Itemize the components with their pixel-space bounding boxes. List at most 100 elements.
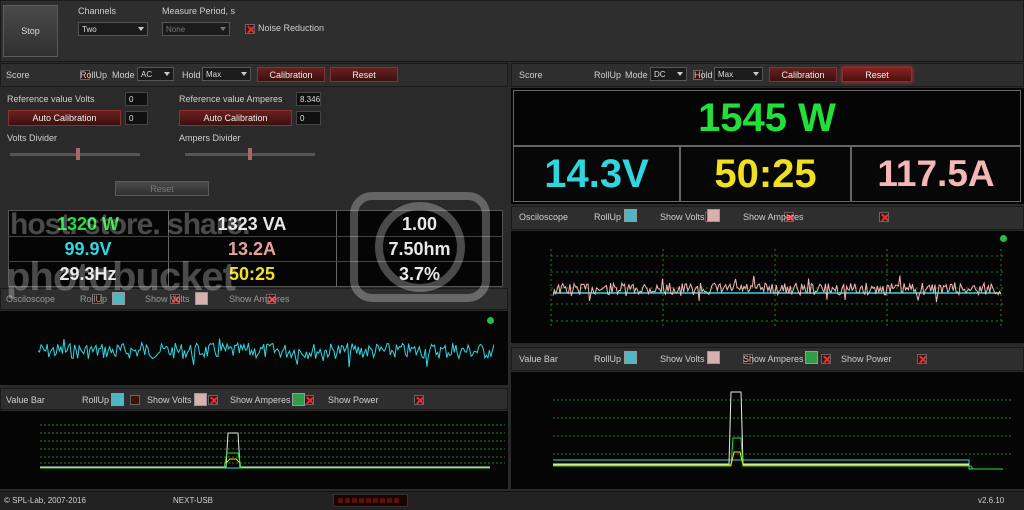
- right-amps-reading: 117.5A: [877, 153, 995, 194]
- ref-volts-input[interactable]: 0: [125, 92, 148, 106]
- left-osc-volts-color-swatch[interactable]: [112, 292, 125, 305]
- right-vb-show-volts-checkbox[interactable]: [821, 353, 832, 364]
- chevron-down-icon: [164, 72, 170, 76]
- top-toolbar: [0, 0, 1024, 62]
- noise-reduction-checkbox[interactable]: [245, 23, 255, 34]
- left-osc-show-volts-label: Show Volts: [145, 294, 190, 304]
- right-osc-amps-color-swatch[interactable]: [707, 209, 720, 222]
- right-score-toolbar: [511, 63, 1024, 87]
- right-volts-reading: 14.3V: [544, 151, 649, 196]
- left-power-reading: 1320 W: [56, 213, 120, 234]
- auto-calibration-volts-button[interactable]: Auto Calibration: [8, 110, 121, 126]
- chevron-down-icon: [677, 72, 683, 76]
- left-osc-rollup-label: RollUp: [80, 294, 108, 304]
- right-reset-button[interactable]: Reset: [842, 67, 912, 82]
- left-volts-reading: 99.9V: [64, 238, 112, 259]
- right-score-label: Score: [519, 70, 543, 80]
- left-vb-rollup-label: RollUp: [82, 395, 110, 405]
- left-hold-select[interactable]: Max: [202, 67, 251, 81]
- right-vb-amps-color-swatch[interactable]: [707, 351, 720, 364]
- stop-button[interactable]: Stop: [3, 5, 58, 57]
- right-hold-select[interactable]: Max: [714, 67, 763, 81]
- channels-value: Two: [82, 24, 97, 34]
- right-vb-show-power-label: Show Power: [841, 354, 892, 364]
- auto-cal-volts-input[interactable]: 0: [125, 111, 148, 125]
- left-va-reading: 1323 VA: [217, 213, 287, 234]
- right-osc-rollup-label: RollUp: [594, 212, 622, 222]
- right-mode-value: DC: [654, 69, 666, 79]
- right-osc-show-amps-checkbox[interactable]: [879, 211, 890, 222]
- right-rollup-label: RollUp: [594, 70, 622, 80]
- channels-select[interactable]: Two: [78, 22, 148, 36]
- status-dot-icon: [487, 317, 494, 324]
- left-reset-button[interactable]: Reset: [330, 67, 398, 82]
- auto-calibration-amps-button[interactable]: Auto Calibration: [179, 110, 292, 126]
- version-text: v2.6.10: [978, 496, 1005, 505]
- right-calibration-button[interactable]: Calibration: [769, 67, 837, 82]
- measure-period-label: Measure Period, s: [162, 6, 236, 16]
- left-mode-label: Mode: [112, 70, 135, 80]
- left-hold-label: Hold: [182, 70, 201, 80]
- left-osc-amps-color-swatch[interactable]: [195, 292, 208, 305]
- left-vb-amps-color-swatch[interactable]: [194, 393, 207, 406]
- right-time-reading: 50:25: [714, 151, 817, 196]
- right-vb-rollup-label: RollUp: [594, 354, 622, 364]
- left-vb-show-power-checkbox[interactable]: [414, 394, 425, 405]
- right-amps-cell: 117.5A: [851, 146, 1021, 202]
- right-value-bar-graph: [553, 391, 1011, 470]
- left-mode-select[interactable]: AC: [137, 67, 174, 81]
- right-osc-label: Osciloscope: [519, 212, 569, 222]
- noise-reduction-label: Noise Reduction: [258, 23, 325, 33]
- right-hold-value: Max: [718, 69, 734, 79]
- right-mode-select[interactable]: DC: [650, 67, 687, 81]
- left-vb-rollup-checkbox[interactable]: [129, 394, 140, 405]
- left-vb-show-power-label: Show Power: [328, 395, 379, 405]
- left-readings-divider-2: [336, 210, 337, 287]
- right-vb-show-volts-label: Show Volts: [660, 354, 705, 364]
- left-osc-label: Osciloscope: [6, 294, 56, 304]
- measure-period-select[interactable]: None: [162, 22, 230, 36]
- right-volts-cell: 14.3V: [513, 146, 680, 202]
- right-vb-label: Value Bar: [519, 354, 558, 364]
- auto-cal-amps-input[interactable]: 0: [296, 111, 321, 125]
- left-time-reading: 50:25: [228, 263, 276, 284]
- left-ohm-reading: 7.50hm: [388, 238, 451, 259]
- right-oscilloscope-display: [511, 231, 1024, 343]
- right-mode-label: Mode: [625, 70, 648, 80]
- left-vb-show-amps-checkbox[interactable]: [303, 394, 314, 405]
- ref-amps-label: Reference value Amperes: [179, 94, 283, 104]
- device-name: NEXT-USB: [173, 496, 214, 505]
- left-value-bar-display: [0, 411, 508, 489]
- amps-divider-thumb[interactable]: [248, 148, 252, 160]
- left-vb-show-volts-label: Show Volts: [147, 395, 192, 405]
- right-vb-show-amps-label: Show Amperes: [743, 354, 804, 364]
- right-time-cell: 50:25: [680, 146, 851, 202]
- right-vb-power-color-swatch[interactable]: [805, 351, 818, 364]
- left-oscilloscope-display: [0, 311, 508, 385]
- left-pct-reading: 3.7%: [398, 263, 441, 284]
- volts-divider-label: Volts Divider: [7, 133, 58, 143]
- chevron-down-icon: [753, 72, 759, 76]
- left-vb-show-volts-checkbox[interactable]: [208, 394, 219, 405]
- channels-label: Channels: [78, 6, 117, 16]
- amps-divider-label: Ampers Divider: [179, 133, 241, 143]
- ref-amps-input[interactable]: 8.346: [296, 92, 321, 106]
- divider-reset-button[interactable]: Reset: [115, 181, 209, 196]
- left-vb-label: Value Bar: [6, 395, 45, 405]
- right-vb-volts-color-swatch[interactable]: [624, 351, 637, 364]
- left-pf-reading: 1.00: [401, 213, 438, 234]
- left-vb-power-color-swatch[interactable]: [292, 393, 305, 406]
- left-calibration-button[interactable]: Calibration: [257, 67, 325, 82]
- right-osc-show-volts-label: Show Volts: [660, 212, 705, 222]
- left-vb-show-amps-label: Show Amperes: [230, 395, 291, 405]
- right-vb-show-amps-checkbox[interactable]: [916, 353, 927, 364]
- volts-divider-thumb[interactable]: [76, 148, 80, 160]
- right-osc-volts-color-swatch[interactable]: [624, 209, 637, 222]
- left-score-label: Score: [6, 70, 30, 80]
- chevron-down-icon: [220, 27, 226, 31]
- left-vb-volts-color-swatch[interactable]: [111, 393, 124, 406]
- left-hold-value: Max: [206, 69, 222, 79]
- copyright-text: © SPL-Lab, 2007-2016: [4, 496, 86, 505]
- volts-divider-slider[interactable]: [10, 153, 140, 156]
- left-osc-show-amps-label: Show Amperes: [229, 294, 290, 304]
